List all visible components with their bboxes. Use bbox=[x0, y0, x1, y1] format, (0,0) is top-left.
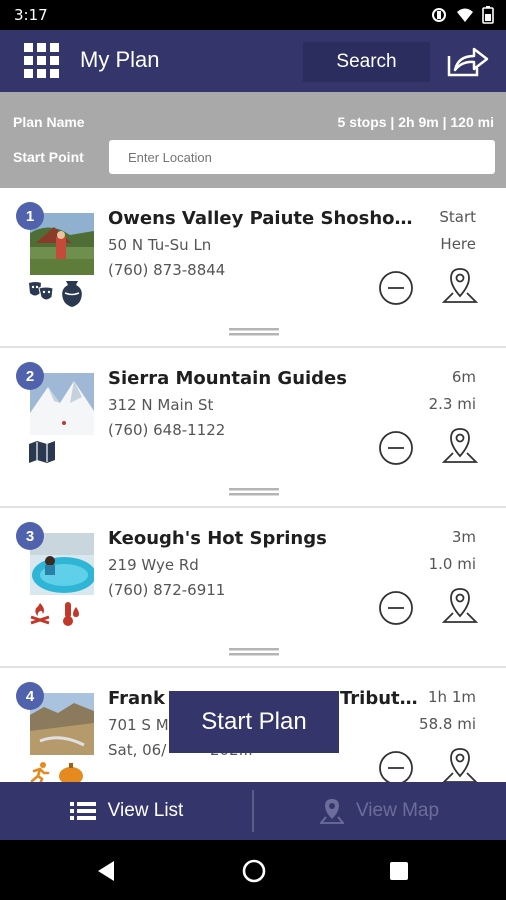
stop-distance: 58.8 mi bbox=[419, 715, 476, 733]
stop-phone: (760) 873-8844 bbox=[108, 261, 226, 279]
category-icons bbox=[28, 601, 82, 627]
status-bar: 3:17 bbox=[0, 0, 506, 30]
stop-phone: (760) 648-1122 bbox=[108, 421, 226, 439]
map-pin-icon bbox=[319, 799, 344, 824]
view-map-tab[interactable]: View Map bbox=[253, 782, 506, 840]
stop-card[interactable]: 1 Owens Valley Paiute Shoshon... 50 N Tu… bbox=[0, 188, 506, 348]
plan-name-label: Plan Name bbox=[13, 114, 85, 130]
plan-info-bar: Plan Name 5 stops | 2h 9m | 120 mi Start… bbox=[0, 92, 506, 188]
view-list-tab[interactable]: View List bbox=[0, 782, 253, 840]
stop-address: 312 N Main St bbox=[108, 396, 214, 414]
stop-card[interactable]: 2 Sierra Mountain Guides 312 N Main St (… bbox=[0, 348, 506, 508]
drag-handle-icon[interactable] bbox=[229, 488, 279, 496]
plan-summary: 5 stops | 2h 9m | 120 mi bbox=[337, 114, 494, 130]
map-icon bbox=[29, 441, 55, 463]
directions-pin-icon[interactable] bbox=[441, 426, 479, 466]
page-title: My Plan bbox=[80, 47, 160, 72]
wifi-icon bbox=[457, 8, 473, 22]
start-location-input[interactable] bbox=[109, 140, 495, 174]
vibrate-icon bbox=[432, 8, 446, 22]
directions-pin-icon[interactable] bbox=[441, 746, 479, 782]
directions-pin-icon[interactable] bbox=[441, 266, 479, 306]
search-button[interactable]: Search bbox=[303, 42, 430, 82]
category-icons bbox=[28, 441, 56, 463]
stop-number-badge: 2 bbox=[16, 362, 44, 390]
remove-stop-icon[interactable] bbox=[378, 270, 414, 306]
directions-pin-icon[interactable] bbox=[441, 586, 479, 626]
stop-name: Owens Valley Paiute Shoshon... bbox=[108, 208, 418, 229]
system-nav-bar bbox=[0, 840, 506, 900]
stop-card[interactable]: 3 Keough's Hot Springs 219 Wye Rd (760) … bbox=[0, 508, 506, 668]
status-time: 3:17 bbox=[14, 6, 48, 24]
share-icon[interactable] bbox=[446, 44, 490, 78]
bottom-nav: View List View Map bbox=[0, 782, 506, 840]
stop-time: 6m bbox=[451, 368, 476, 386]
theater-masks-icon bbox=[29, 282, 54, 301]
status-icons bbox=[430, 6, 494, 24]
drag-handle-icon[interactable] bbox=[229, 648, 279, 656]
stop-phone: (760) 872-6911 bbox=[108, 581, 226, 599]
pumpkin-icon bbox=[59, 763, 83, 782]
home-icon[interactable] bbox=[242, 859, 266, 883]
back-icon[interactable] bbox=[96, 860, 116, 882]
campfire-icon bbox=[30, 603, 50, 625]
view-map-label: View Map bbox=[355, 800, 440, 821]
stop-address: 701 S M bbox=[108, 716, 169, 734]
stop-name: Keough's Hot Springs bbox=[108, 528, 327, 549]
start-point-label: Start Point bbox=[13, 149, 84, 165]
stop-number-badge: 4 bbox=[16, 682, 44, 710]
stop-date: Sat, 06/ bbox=[108, 741, 167, 759]
runner-icon bbox=[30, 762, 50, 782]
stop-distance: 2.3 mi bbox=[428, 395, 476, 413]
remove-stop-icon[interactable] bbox=[378, 590, 414, 626]
remove-stop-icon[interactable] bbox=[378, 750, 414, 782]
battery-icon bbox=[482, 6, 494, 24]
list-icon bbox=[69, 802, 96, 820]
stop-time: Start bbox=[439, 208, 476, 226]
recents-icon[interactable] bbox=[389, 861, 409, 881]
stop-number-badge: 1 bbox=[16, 202, 44, 230]
stop-number-badge: 3 bbox=[16, 522, 44, 550]
apps-grid-icon[interactable] bbox=[24, 43, 60, 79]
category-icons bbox=[28, 281, 84, 307]
stop-distance: 1.0 mi bbox=[428, 555, 476, 573]
view-list-label: View List bbox=[107, 800, 184, 821]
vase-icon bbox=[62, 281, 82, 307]
app-bar: My Plan Search bbox=[0, 30, 506, 92]
stop-address: 219 Wye Rd bbox=[108, 556, 199, 574]
category-icons bbox=[28, 761, 84, 782]
stop-name: Sierra Mountain Guides bbox=[108, 368, 347, 389]
remove-stop-icon[interactable] bbox=[378, 430, 414, 466]
thermometer-icon bbox=[63, 602, 79, 626]
stop-distance: Here bbox=[440, 235, 476, 253]
stop-address: 50 N Tu-Su Ln bbox=[108, 236, 212, 254]
start-plan-button[interactable]: Start Plan bbox=[169, 691, 339, 753]
drag-handle-icon[interactable] bbox=[229, 328, 279, 336]
stop-time: 3m bbox=[451, 528, 476, 546]
stop-time: 1h 1m bbox=[428, 688, 476, 706]
nav-divider bbox=[252, 790, 254, 832]
